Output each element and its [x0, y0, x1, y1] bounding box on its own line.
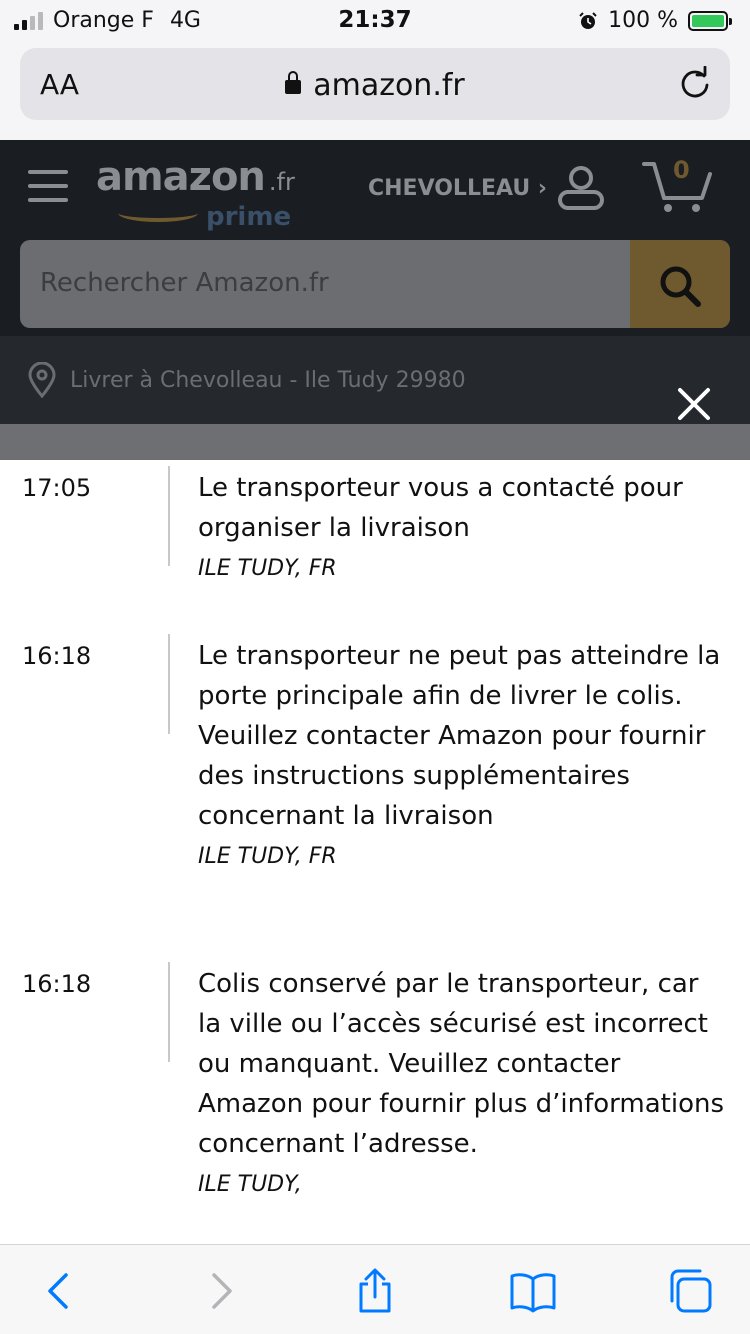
event-description: Colis conservé par le transporteur, car … — [198, 969, 725, 1159]
status-right: 100 % — [578, 8, 732, 33]
event-location: ILE TUDY, FR — [198, 844, 337, 869]
location-pin-icon — [28, 362, 56, 398]
event-location: ILE TUDY, FR — [198, 556, 337, 581]
event-body: Le transporteur ne peut pas atteindre la… — [198, 636, 728, 874]
logo-tld: .fr — [268, 168, 295, 196]
bookmarks-icon[interactable] — [509, 1267, 557, 1315]
search-button[interactable] — [630, 240, 730, 328]
deliver-to-bar[interactable]: Livrer à Chevolleau - Ile Tudy 29980 — [0, 336, 750, 424]
underlying-content — [0, 424, 750, 460]
logo-prime: prime — [206, 202, 292, 232]
address-bar[interactable]: AA amazon.fr — [20, 48, 730, 120]
event-location: ILE TUDY, — [198, 1172, 302, 1197]
reload-icon[interactable] — [678, 66, 712, 100]
amazon-header: amazon .fr prime CHEVOLLEAU › 0 Recherche… — [0, 140, 750, 460]
event-description: Le transporteur vous a contacté pour org… — [198, 473, 683, 543]
menu-icon[interactable] — [28, 170, 68, 212]
url-display[interactable]: amazon.fr — [20, 68, 730, 103]
timeline-divider — [168, 962, 170, 1062]
user-icon[interactable] — [556, 162, 606, 212]
logo-smile — [118, 204, 198, 222]
url-text: amazon.fr — [313, 68, 465, 103]
account-link[interactable]: CHEVOLLEAU › — [368, 176, 547, 201]
amazon-logo[interactable]: amazon .fr prime — [96, 154, 295, 232]
cart-count: 0 — [673, 156, 690, 184]
forward-icon[interactable] — [196, 1267, 244, 1315]
event-body: Colis conservé par le transporteur, car … — [198, 964, 728, 1202]
tracking-timeline: 17:05 Le transporteur vous a contacté po… — [0, 460, 750, 1244]
logo-word: amazon — [96, 154, 266, 200]
alarm-icon — [579, 11, 597, 29]
event-description: Le transporteur ne peut pas atteindre la… — [198, 641, 721, 831]
status-bar: Orange F 4G 21:37 100 % — [0, 0, 750, 42]
close-icon[interactable] — [676, 386, 712, 422]
deliver-to-text: Livrer à Chevolleau - Ile Tudy 29980 — [70, 368, 466, 393]
event-time: 17:05 — [22, 474, 92, 502]
battery-icon — [688, 10, 732, 31]
event-time: 16:18 — [22, 970, 92, 998]
event-time: 16:18 — [22, 642, 92, 670]
browser-toolbar — [0, 1244, 750, 1334]
timeline-divider — [168, 634, 170, 734]
search-input[interactable]: Rechercher Amazon.fr — [40, 268, 329, 298]
search-bar: Rechercher Amazon.fr — [20, 240, 730, 328]
timeline-divider — [168, 466, 170, 566]
search-icon — [660, 266, 701, 307]
browser-address-area: AA amazon.fr — [0, 42, 750, 140]
share-icon[interactable] — [351, 1267, 399, 1315]
event-body: Le transporteur vous a contacté pour org… — [198, 468, 728, 586]
back-icon[interactable] — [36, 1267, 84, 1315]
battery-percent: 100 % — [608, 8, 678, 33]
tabs-icon[interactable] — [666, 1267, 714, 1315]
lock-icon — [285, 71, 302, 94]
